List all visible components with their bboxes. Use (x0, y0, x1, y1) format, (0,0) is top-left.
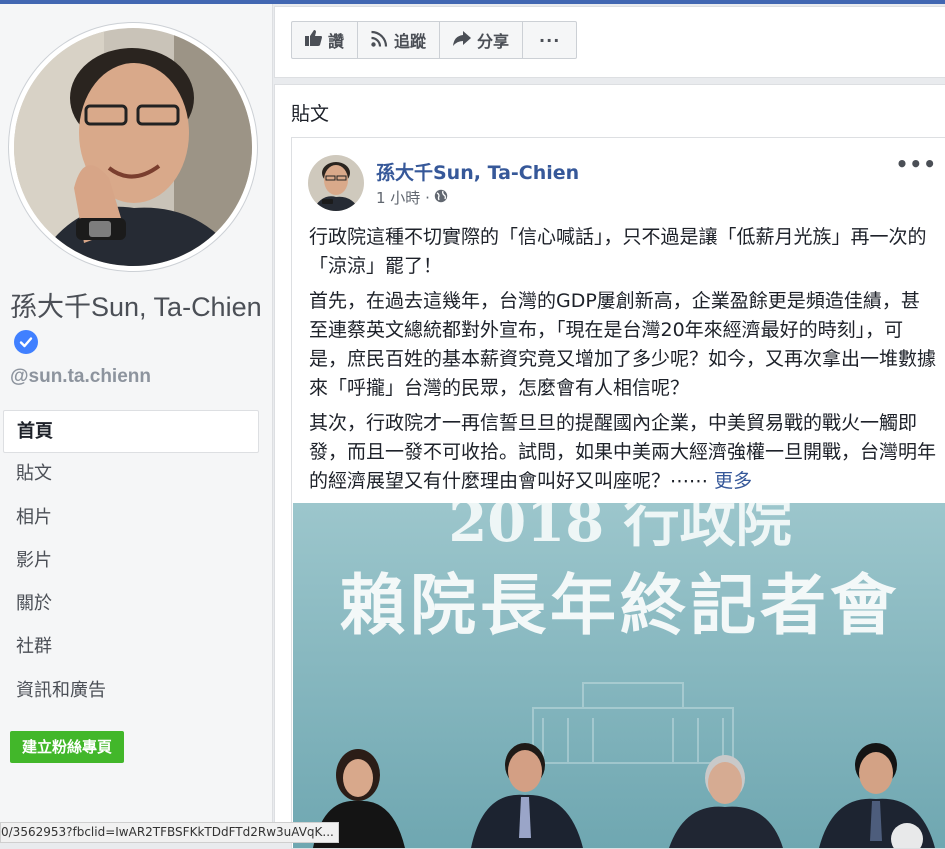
left-sidebar: 孫大千Sun, Ta-Chien @sun.ta.chienn 首頁 貼文 相片… (0, 4, 273, 841)
post-paragraph: 行政院這種不切實際的「信心喊話」，只不過是讓「低薪月光族」再一次的「涼涼」罷了！ (309, 226, 927, 277)
nav-item-videos[interactable]: 影片 (3, 540, 259, 583)
post-paragraph: 其次，行政院才一再信誓旦旦的提醒國內企業，中美貿易戰的戰火一觸即發，而且一發不可… (309, 409, 937, 496)
profile-photo (14, 28, 252, 266)
verified-badge-icon (14, 330, 38, 354)
page-name[interactable]: 孫大千Sun, Ta-Chien (10, 289, 265, 361)
share-label: 分享 (477, 32, 510, 51)
nav-item-home[interactable]: 首頁 (3, 410, 259, 454)
photo-banner-line-2: 賴院長年終記者會 (340, 566, 900, 644)
rss-feed-icon (371, 30, 388, 51)
post-paragraph-text: 其次，行政院才一再信誓旦旦的提醒國內企業，中美貿易戰的戰火一觸即發，而且一發不可… (309, 412, 937, 492)
post-author-name[interactable]: 孫大千Sun, Ta-Chien (376, 158, 579, 185)
browser-status-url: 0/3562953?fbclid=IwAR2TFBSFKkTDdFTd2Rw3u… (0, 822, 339, 843)
thumbs-up-icon (305, 30, 322, 50)
more-actions-button[interactable]: ··· (523, 22, 576, 58)
nav-item-community[interactable]: 社群 (3, 626, 259, 669)
nav-item-posts[interactable]: 貼文 (3, 453, 259, 496)
nav-item-photos[interactable]: 相片 (3, 497, 259, 540)
follow-button[interactable]: 追蹤 (358, 22, 441, 58)
post-timestamp[interactable]: 1 小時 · (376, 187, 448, 208)
post-author-avatar[interactable] (308, 155, 364, 211)
page-navigation: 首頁 貼文 相片 影片 關於 社群 資訊和廣告 (3, 410, 259, 713)
posts-section: 貼文 孫大千Sun, Ta-Chien 1 小時 · ••• 行政院這種不切實際… (274, 84, 945, 849)
profile-picture[interactable] (9, 23, 257, 271)
page-action-bar: 讚 追蹤 分享 ··· (291, 21, 578, 59)
public-globe-icon (434, 189, 448, 207)
create-page-button[interactable]: 建立粉絲專頁 (10, 731, 125, 763)
share-arrow-icon (453, 30, 472, 50)
post-time-text: 1 小時 · (376, 189, 430, 207)
post-photo[interactable]: 2018 行政院 賴院長年終記者會 (293, 503, 945, 848)
like-label: 讚 (328, 32, 345, 51)
page-actions-card: 讚 追蹤 分享 ··· (274, 6, 945, 78)
like-button[interactable]: 讚 (292, 22, 359, 58)
post-paragraph: 首先，在過去這幾年，台灣的GDP屢創新高，企業盈餘更是頻造佳績，甚至連蔡英文總統… (309, 290, 937, 399)
post-text: 行政院這種不切實際的「信心喊話」，只不過是讓「低薪月光族」再一次的「涼涼」罷了！… (309, 223, 937, 502)
page-name-text: 孫大千Sun, Ta-Chien (10, 292, 262, 322)
follow-label: 追蹤 (394, 32, 427, 51)
nav-item-info-and-ads[interactable]: 資訊和廣告 (3, 670, 259, 713)
page-handle[interactable]: @sun.ta.chienn (10, 366, 151, 388)
posts-heading: 貼文 (291, 103, 330, 125)
post-card: 孫大千Sun, Ta-Chien 1 小時 · ••• 行政院這種不切實際的「信… (291, 137, 945, 849)
see-more-link[interactable]: 更多 (714, 470, 752, 492)
nav-item-about[interactable]: 關於 (3, 583, 259, 626)
share-button[interactable]: 分享 (440, 22, 524, 58)
post-options-button[interactable]: ••• (896, 152, 937, 176)
photo-banner-line-1: 2018 行政院 (448, 503, 791, 555)
